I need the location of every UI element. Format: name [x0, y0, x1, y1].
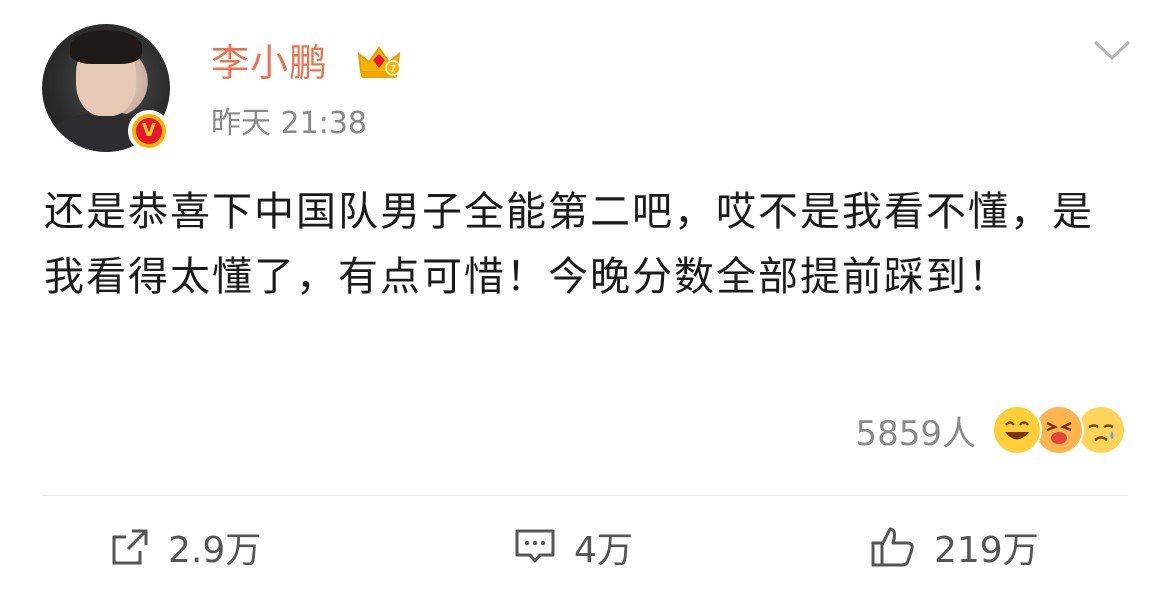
laughing-emoji-icon [992, 405, 1042, 455]
like-button[interactable]: 219万 [870, 515, 1039, 579]
repost-button[interactable]: 2.9万 [110, 515, 261, 579]
vip-crown-icon[interactable]: 7 [355, 42, 403, 82]
divider [42, 495, 1128, 496]
comment-button[interactable]: 4万 [514, 515, 633, 579]
like-count: 219万 [934, 530, 1039, 571]
comment-count: 4万 [574, 530, 633, 571]
verified-badge-icon: V [128, 110, 170, 152]
svg-text:7: 7 [390, 64, 396, 75]
avatar-hair [70, 30, 142, 64]
reaction-summary[interactable]: 5859人 [855, 400, 1126, 460]
username[interactable]: 李小鹏 [211, 38, 328, 88]
post-timestamp: 昨天 21:38 [211, 106, 367, 141]
reaction-count: 5859人 [855, 413, 976, 454]
repost-count: 2.9万 [168, 530, 262, 571]
comment-icon [515, 529, 555, 563]
post-text: 还是恭喜下中国队男子全能第二吧，哎不是我看不懂，是我看得太懂了，有点可惜！今晚分… [44, 189, 1094, 300]
repost-icon [112, 529, 148, 565]
chevron-down-icon[interactable] [1092, 38, 1132, 62]
thumbs-up-icon [871, 527, 914, 567]
